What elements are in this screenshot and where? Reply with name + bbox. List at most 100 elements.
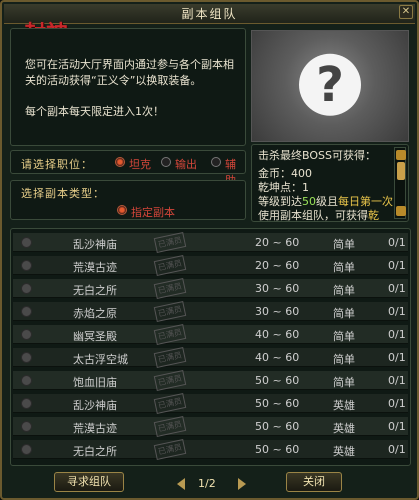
job-radio-tank[interactable] bbox=[115, 157, 125, 167]
info-description: 您可在活动大厅界面内通过参与各个副本相关的活动获得“正义令”以换取装备。 bbox=[25, 58, 234, 87]
close-button[interactable]: 关闭 bbox=[286, 472, 342, 492]
difficulty: 简单 bbox=[333, 307, 355, 320]
table-row[interactable]: 饱血旧庙 已满员 50 ~ 60 简单 0/1 bbox=[13, 370, 408, 391]
dungeon-list: 乱沙神庙 已满员 20 ~ 60 简单 0/1 荒漠古迹 已满员 20 ~ 60 简单 0/1 无白… bbox=[10, 228, 411, 466]
table-row[interactable]: 荒漠古迹 已满员 20 ~ 60 简单 0/1 bbox=[13, 255, 408, 276]
job-selection-panel: 请选择职位： 坦克 输出 辅助 bbox=[10, 150, 246, 187]
seek-team-button[interactable]: 寻求组队 bbox=[54, 472, 124, 492]
level-range: 30 ~ 60 bbox=[255, 282, 300, 295]
page-next-icon[interactable] bbox=[238, 478, 246, 490]
reward-hint-line2: 使用副本组队，可获得乾 bbox=[258, 209, 379, 222]
level-range: 50 ~ 60 bbox=[255, 420, 300, 433]
dungeon-name: 赤焰之原 bbox=[73, 307, 117, 320]
table-row[interactable]: 乱沙神庙 已满员 20 ~ 60 简单 0/1 bbox=[13, 232, 408, 253]
table-row[interactable]: 荒漠古迹 已满员 50 ~ 60 英雄 0/1 bbox=[13, 416, 408, 437]
full-stamp: 已满员 bbox=[153, 278, 187, 299]
dungeon-name: 幽冥圣殿 bbox=[73, 330, 117, 343]
dungeon-name: 太古浮空城 bbox=[73, 353, 128, 366]
full-stamp: 已满员 bbox=[153, 393, 187, 414]
level-range: 50 ~ 60 bbox=[255, 374, 300, 387]
difficulty: 英雄 bbox=[333, 422, 355, 435]
entry-count: 0/1 bbox=[388, 305, 406, 318]
level-range: 20 ~ 60 bbox=[255, 236, 300, 249]
difficulty: 简单 bbox=[333, 261, 355, 274]
entry-count: 0/1 bbox=[388, 351, 406, 364]
full-stamp: 已满员 bbox=[153, 232, 187, 253]
job-radio-support[interactable] bbox=[211, 157, 221, 167]
full-stamp: 已满员 bbox=[153, 370, 187, 391]
job-option-dps[interactable]: 输出 bbox=[175, 156, 197, 172]
job-option-tank[interactable]: 坦克 bbox=[129, 156, 151, 172]
entry-count: 0/1 bbox=[388, 328, 406, 341]
entry-count: 0/1 bbox=[388, 420, 406, 433]
table-row[interactable]: 乱沙神庙 已满员 50 ~ 60 英雄 0/1 bbox=[13, 393, 408, 414]
dungeon-name: 无白之所 bbox=[73, 284, 117, 297]
info-panel: 您可在活动大厅界面内通过参与各个副本相关的活动获得“正义令”以换取装备。 每个副… bbox=[10, 28, 246, 146]
row-select-radio[interactable] bbox=[21, 260, 32, 271]
scroll-thumb[interactable] bbox=[397, 162, 405, 180]
reward-scrollbar[interactable] bbox=[394, 147, 406, 219]
entry-count: 0/1 bbox=[388, 282, 406, 295]
row-select-radio[interactable] bbox=[21, 306, 32, 317]
question-mark-icon: ? bbox=[299, 53, 361, 116]
full-stamp: 已满员 bbox=[153, 347, 187, 368]
full-stamp: 已满员 bbox=[153, 301, 187, 322]
row-select-radio[interactable] bbox=[21, 421, 32, 432]
level-range: 50 ~ 60 bbox=[255, 397, 300, 410]
dungeon-name: 乱沙神庙 bbox=[73, 238, 117, 251]
row-select-radio[interactable] bbox=[21, 444, 32, 455]
dungeon-name: 荒漠古迹 bbox=[73, 261, 117, 274]
dungeon-name: 饱血旧庙 bbox=[73, 376, 117, 389]
level-range: 30 ~ 60 bbox=[255, 305, 300, 318]
table-row[interactable]: 幽冥圣殿 已满员 40 ~ 60 简单 0/1 bbox=[13, 324, 408, 345]
full-stamp: 已满员 bbox=[153, 416, 187, 437]
entry-count: 0/1 bbox=[388, 236, 406, 249]
full-stamp: 已满员 bbox=[153, 324, 187, 345]
entry-count: 0/1 bbox=[388, 259, 406, 272]
level-range: 40 ~ 60 bbox=[255, 328, 300, 341]
difficulty: 简单 bbox=[333, 284, 355, 297]
difficulty: 简单 bbox=[333, 353, 355, 366]
row-select-radio[interactable] bbox=[21, 237, 32, 248]
full-stamp: 已满员 bbox=[153, 255, 187, 276]
info-limit: 每个副本每天限定进入1次！ bbox=[25, 105, 164, 118]
row-select-radio[interactable] bbox=[21, 329, 32, 340]
entry-count: 0/1 bbox=[388, 397, 406, 410]
row-select-radio[interactable] bbox=[21, 352, 32, 363]
level-range: 40 ~ 60 bbox=[255, 351, 300, 364]
entry-count: 0/1 bbox=[388, 443, 406, 456]
job-label: 请选择职位： bbox=[21, 158, 93, 171]
dungeon-type-panel: 选择副本类型： 指定副本 bbox=[10, 180, 246, 220]
difficulty: 简单 bbox=[333, 238, 355, 251]
full-stamp: 已满员 bbox=[153, 439, 187, 460]
dungeon-type-radio[interactable] bbox=[117, 205, 127, 215]
difficulty: 简单 bbox=[333, 376, 355, 389]
page-indicator: 1/2 bbox=[198, 477, 216, 490]
entry-count: 0/1 bbox=[388, 374, 406, 387]
dungeon-team-window: 副本组队 ✕ 封神 您可在活动大厅界面内通过参与各个副本相关的活动获得“正义令”… bbox=[0, 0, 419, 500]
table-row[interactable]: 太古浮空城 已满员 40 ~ 60 简单 0/1 bbox=[13, 347, 408, 368]
table-row[interactable]: 无白之所 已满员 30 ~ 60 简单 0/1 bbox=[13, 278, 408, 299]
scroll-up-arrow-icon[interactable] bbox=[396, 150, 406, 160]
difficulty: 英雄 bbox=[333, 399, 355, 412]
scroll-down-arrow-icon[interactable] bbox=[396, 206, 406, 216]
dungeon-type-label: 选择副本类型： bbox=[21, 187, 105, 200]
table-row[interactable]: 无白之所 已满员 50 ~ 60 英雄 0/1 bbox=[13, 439, 408, 460]
row-select-radio[interactable] bbox=[21, 283, 32, 294]
page-prev-icon[interactable] bbox=[177, 478, 185, 490]
dungeon-name: 乱沙神庙 bbox=[73, 399, 117, 412]
reward-panel: 击杀最终BOSS可获得： 金币：400 乾坤点：1 等级到达50级且每日第一次 … bbox=[251, 144, 409, 222]
table-row[interactable]: 赤焰之原 已满员 30 ~ 60 简单 0/1 bbox=[13, 301, 408, 322]
row-select-radio[interactable] bbox=[21, 375, 32, 386]
dungeon-type-option[interactable]: 指定副本 bbox=[131, 204, 175, 220]
dungeon-preview-image: ? bbox=[251, 30, 409, 142]
reward-title: 击杀最终BOSS可获得： bbox=[258, 149, 376, 162]
difficulty: 简单 bbox=[333, 330, 355, 343]
row-select-radio[interactable] bbox=[21, 398, 32, 409]
difficulty: 英雄 bbox=[333, 445, 355, 458]
close-icon[interactable]: ✕ bbox=[399, 5, 413, 19]
level-range: 50 ~ 60 bbox=[255, 443, 300, 456]
dungeon-name: 荒漠古迹 bbox=[73, 422, 117, 435]
level-range: 20 ~ 60 bbox=[255, 259, 300, 272]
job-radio-dps[interactable] bbox=[161, 157, 171, 167]
